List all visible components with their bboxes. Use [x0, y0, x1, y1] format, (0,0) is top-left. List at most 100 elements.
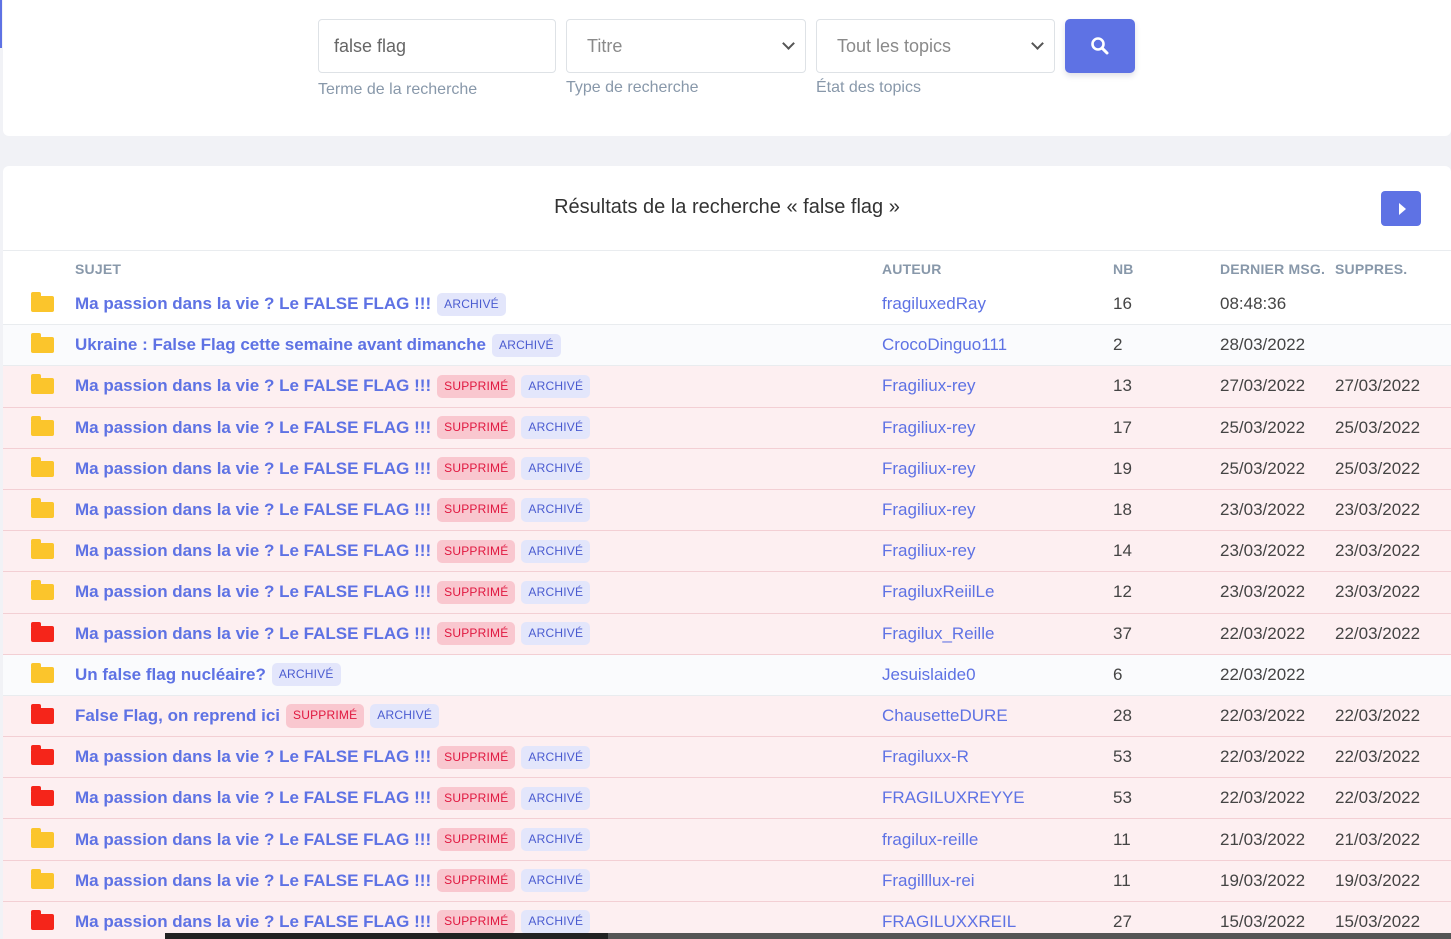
author-link[interactable]: Fragilllux-rei	[882, 861, 975, 901]
message-count: 17	[1113, 417, 1132, 437]
last-message-date: 22/03/2022	[1220, 623, 1306, 643]
last-message-date: 27/03/2022	[1220, 376, 1306, 396]
deleted-date: 22/03/2022	[1335, 705, 1421, 725]
archived-badge: ARCHIVÉ	[370, 704, 440, 728]
topic-link[interactable]: Ma passion dans la vie ? Le FALSE FLAG !…	[75, 582, 431, 602]
folder-icon	[31, 539, 54, 560]
folder-cell	[31, 408, 54, 448]
message-count: 12	[1113, 582, 1132, 602]
topic-link[interactable]: Ma passion dans la vie ? Le FALSE FLAG !…	[75, 418, 431, 438]
search-type-select[interactable]: Titre	[566, 19, 806, 73]
archived-badge: ARCHIVÉ	[521, 498, 591, 522]
topic-state-select[interactable]: Tout les topics	[816, 19, 1055, 73]
archived-badge: ARCHIVÉ	[521, 786, 591, 810]
subject-cell: Ukraine : False Flag cette semaine avant…	[75, 325, 561, 365]
next-page-button[interactable]	[1381, 191, 1421, 226]
table-row: Ma passion dans la vie ? Le FALSE FLAG !…	[3, 819, 1451, 861]
deleted-date: 27/03/2022	[1335, 376, 1421, 396]
last-message-date: 22/03/2022	[1220, 788, 1306, 808]
deleted-date: 23/03/2022	[1335, 582, 1421, 602]
author-link[interactable]: Fragiliux-rey	[882, 531, 976, 571]
topic-link[interactable]: Ma passion dans la vie ? Le FALSE FLAG !…	[75, 788, 431, 808]
topic-link[interactable]: Ma passion dans la vie ? Le FALSE FLAG !…	[75, 747, 431, 767]
author-link[interactable]: Fragiliux-rey	[882, 366, 976, 406]
topic-link[interactable]: Ma passion dans la vie ? Le FALSE FLAG !…	[75, 912, 431, 932]
archived-badge: ARCHIVÉ	[521, 869, 591, 893]
deleted-badge: SUPPRIMÉ	[437, 580, 516, 604]
last-message-date: 28/03/2022	[1220, 335, 1306, 355]
author-link[interactable]: fragilux-reille	[882, 819, 978, 859]
topic-link[interactable]: Ma passion dans la vie ? Le FALSE FLAG !…	[75, 500, 431, 520]
author-link[interactable]: FragiluxReiilLe	[882, 572, 994, 612]
deleted-date: 23/03/2022	[1335, 541, 1421, 561]
topic-link[interactable]: Ma passion dans la vie ? Le FALSE FLAG !…	[75, 459, 431, 479]
search-type-help: Type de recherche	[566, 79, 699, 96]
author-link[interactable]: Fragiliux-rey	[882, 408, 976, 448]
topic-state-value: Tout les topics	[837, 35, 952, 56]
topic-state-help: État des topics	[816, 79, 921, 96]
scrollbar-thumb[interactable]	[165, 933, 608, 939]
table-row: Ma passion dans la vie ? Le FALSE FLAG !…	[3, 407, 1451, 449]
topic-link[interactable]: Ma passion dans la vie ? Le FALSE FLAG !…	[75, 830, 431, 850]
subject-cell: Ma passion dans la vie ? Le FALSE FLAG !…	[75, 861, 591, 901]
chevron-down-icon	[1031, 37, 1044, 50]
author-link[interactable]: Fragiluxx-R	[882, 737, 969, 777]
archived-badge: ARCHIVÉ	[492, 333, 561, 357]
topic-link[interactable]: Un false flag nucléaire?	[75, 665, 266, 685]
author-link[interactable]: fragiluxedRay	[882, 284, 986, 324]
topic-link[interactable]: Ma passion dans la vie ? Le FALSE FLAG !…	[75, 376, 431, 396]
author-link[interactable]: FRAGILUXREYYE	[882, 778, 1025, 818]
deleted-date: 22/03/2022	[1335, 747, 1421, 767]
results-panel: Résultats de la recherche « false flag »…	[3, 166, 1451, 939]
folder-cell	[31, 531, 54, 571]
folder-cell	[31, 902, 54, 939]
folder-icon	[31, 498, 54, 519]
topic-link[interactable]: Ma passion dans la vie ? Le FALSE FLAG !…	[75, 294, 431, 314]
topic-link[interactable]: Ma passion dans la vie ? Le FALSE FLAG !…	[75, 871, 431, 891]
deleted-badge: SUPPRIMÉ	[437, 539, 516, 563]
subject-cell: Ma passion dans la vie ? Le FALSE FLAG !…	[75, 614, 591, 654]
deleted-badge: SUPPRIMÉ	[437, 374, 516, 399]
author-link[interactable]: Fragilux_Reille	[882, 614, 994, 654]
message-count: 53	[1113, 788, 1132, 808]
folder-icon	[31, 827, 54, 848]
search-panel: false flag Terme de la recherche Titre T…	[3, 0, 1451, 136]
author-link[interactable]: Fragiliux-rey	[882, 490, 976, 530]
table-row: Un false flag nucléaire? ARCHIVÉ Jesuislai…	[3, 654, 1451, 696]
caret-right-icon	[1398, 202, 1406, 215]
search-term-field: false flag Terme de la recherche	[318, 19, 556, 99]
search-term-help: Terme de la recherche	[318, 81, 478, 98]
chevron-down-icon	[782, 37, 795, 50]
folder-cell	[31, 325, 54, 365]
message-count: 19	[1113, 458, 1132, 478]
subject-cell: Ma passion dans la vie ? Le FALSE FLAG !…	[75, 490, 591, 530]
folder-icon	[31, 662, 54, 683]
archived-badge: ARCHIVÉ	[521, 580, 591, 604]
table-row: Ma passion dans la vie ? Le FALSE FLAG !…	[3, 572, 1451, 614]
subject-cell: Ma passion dans la vie ? Le FALSE FLAG !…	[75, 737, 591, 777]
subject-cell: Un false flag nucléaire? ARCHIVÉ	[75, 655, 341, 695]
author-link[interactable]: CrocoDinguo111	[882, 325, 1007, 365]
subject-cell: Ma passion dans la vie ? Le FALSE FLAG !…	[75, 778, 591, 818]
table-row: Ma passion dans la vie ? Le FALSE FLAG !…	[3, 531, 1451, 573]
topic-link[interactable]: False Flag, on reprend ici	[75, 706, 280, 726]
search-input[interactable]: false flag	[318, 19, 556, 73]
table-row: Ma passion dans la vie ? Le FALSE FLAG !…	[3, 737, 1451, 779]
author-link[interactable]: ChausetteDURE	[882, 696, 1008, 736]
author-link[interactable]: Jesuislaide0	[882, 655, 976, 695]
column-header-subject: Sujet	[75, 261, 122, 277]
folder-cell	[31, 366, 54, 406]
folder-cell	[31, 284, 54, 324]
deleted-date: 22/03/2022	[1335, 788, 1421, 808]
topic-link[interactable]: Ma passion dans la vie ? Le FALSE FLAG !…	[75, 541, 431, 561]
author-link[interactable]: Fragiliux-rey	[882, 449, 976, 489]
folder-cell	[31, 655, 54, 695]
folder-cell	[31, 696, 54, 736]
horizontal-scrollbar[interactable]	[165, 933, 1451, 939]
subject-cell: Ma passion dans la vie ? Le FALSE FLAG !…	[75, 284, 506, 324]
search-button[interactable]	[1065, 19, 1135, 73]
folder-icon	[31, 703, 54, 724]
subject-cell: Ma passion dans la vie ? Le FALSE FLAG !…	[75, 819, 591, 859]
topic-link[interactable]: Ma passion dans la vie ? Le FALSE FLAG !…	[75, 624, 431, 644]
topic-link[interactable]: Ukraine : False Flag cette semaine avant…	[75, 335, 486, 355]
